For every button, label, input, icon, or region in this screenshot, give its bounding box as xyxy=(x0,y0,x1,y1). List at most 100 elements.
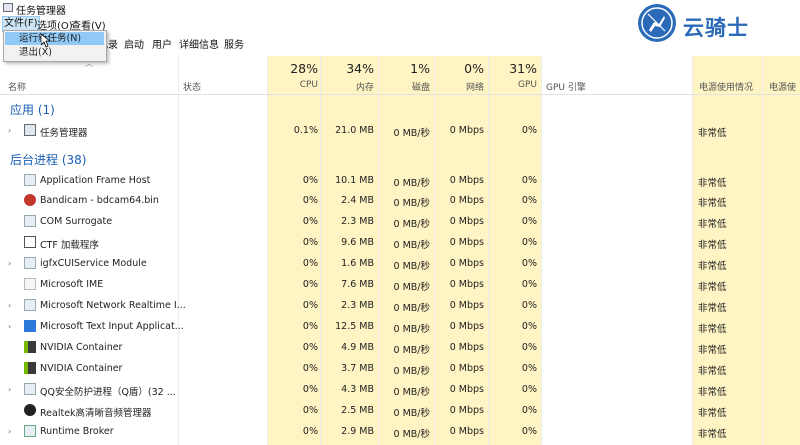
header-disk[interactable]: 磁盘 xyxy=(379,80,430,93)
group-background[interactable]: 后台进程 (38) xyxy=(10,151,86,168)
process-row[interactable]: CTF 加载程序 0% 9.6 MB 0 MB/秒 0 Mbps 0% 非常低 xyxy=(0,233,800,253)
header-gpu-engine[interactable]: GPU 引擎 xyxy=(546,80,586,93)
cell-cpu: 0% xyxy=(302,175,318,186)
cell-gpu: 0% xyxy=(521,175,537,186)
cell-power: 非常低 xyxy=(698,198,727,209)
header-name[interactable]: 名称 xyxy=(8,80,26,93)
igfx-service-icon xyxy=(24,257,36,269)
menu-run-new-task[interactable]: 运行新任务(N) xyxy=(5,32,104,45)
cell-cpu: 0% xyxy=(302,405,318,416)
process-row[interactable]: › 任务管理器 0.1% 21.0 MB 0 MB/秒 0 Mbps 0% 非常低 xyxy=(0,121,800,141)
process-row[interactable]: NVIDIA Container 0% 3.7 MB 0 MB/秒 0 Mbps 0% 非常… xyxy=(0,359,800,379)
header-memory-pct[interactable]: 34% xyxy=(321,61,374,76)
header-network-pct[interactable]: 0% xyxy=(435,61,484,76)
watermark-text: 云骑士 xyxy=(683,16,749,40)
com-surrogate-icon xyxy=(24,215,36,227)
cell-disk: 0 MB/秒 xyxy=(393,178,430,189)
process-row[interactable]: COM Surrogate 0% 2.3 MB 0 MB/秒 0 Mbps 0% 非常低 xyxy=(0,212,800,232)
expand-chevron-icon[interactable]: › xyxy=(8,126,11,135)
cell-power: 非常低 xyxy=(698,178,727,189)
cell-disk: 0 MB/秒 xyxy=(393,198,430,209)
process-row[interactable]: NVIDIA Container 0% 4.9 MB 0 MB/秒 0 Mbps 0% 非常… xyxy=(0,338,800,358)
cell-memory: 3.7 MB xyxy=(341,363,374,374)
cell-power: 非常低 xyxy=(698,282,727,293)
expand-chevron-icon[interactable]: › xyxy=(8,259,11,268)
header-gpu-pct[interactable]: 31% xyxy=(489,61,537,76)
cell-gpu: 0% xyxy=(521,384,537,395)
window-title: 任务管理器 xyxy=(16,6,66,17)
nvidia-icon xyxy=(24,341,36,353)
cell-cpu: 0% xyxy=(302,384,318,395)
ime-icon xyxy=(24,278,36,290)
knight-logo-icon xyxy=(638,4,676,42)
cell-cpu: 0% xyxy=(302,363,318,374)
tab-details[interactable]: 详细信息 xyxy=(179,36,219,51)
cell-power: 非常低 xyxy=(698,219,727,230)
process-name: NVIDIA Container xyxy=(40,342,123,353)
cell-network: 0 Mbps xyxy=(449,405,484,416)
cell-power: 非常低 xyxy=(698,261,727,272)
process-name: Bandicam - bdcam64.bin xyxy=(40,195,159,206)
runtime-broker-icon xyxy=(24,425,36,437)
watermark-logo: 云骑士 xyxy=(638,4,788,48)
process-row[interactable]: Microsoft IME 0% 7.6 MB 0 MB/秒 0 Mbps 0% 非常低 xyxy=(0,275,800,295)
cell-disk: 0 MB/秒 xyxy=(393,366,430,377)
cell-memory: 7.6 MB xyxy=(341,279,374,290)
expand-chevron-icon[interactable]: › xyxy=(8,427,11,436)
cell-gpu: 0% xyxy=(521,237,537,248)
header-status[interactable]: 状态 xyxy=(183,80,201,93)
tab-users[interactable]: 用户 xyxy=(152,36,172,51)
cell-network: 0 Mbps xyxy=(449,237,484,248)
cell-memory: 1.6 MB xyxy=(341,258,374,269)
process-name: CTF 加载程序 xyxy=(40,240,99,251)
cell-disk: 0 MB/秒 xyxy=(393,219,430,230)
process-name: Application Frame Host xyxy=(40,175,151,186)
process-row[interactable]: Realtek高清晰音频管理器 0% 2.5 MB 0 MB/秒 0 Mbps 0% 非常低 xyxy=(0,401,800,421)
cell-network: 0 Mbps xyxy=(449,342,484,353)
process-row[interactable]: › igfxCUIService Module 0% 1.6 MB 0 MB/秒 0 Mb… xyxy=(0,254,800,274)
cell-disk: 0 MB/秒 xyxy=(393,429,430,440)
header-gpu[interactable]: GPU xyxy=(489,80,537,90)
cell-gpu: 0% xyxy=(521,195,537,206)
process-row[interactable]: › Microsoft Network Realtime I... 0% 2.3 MB… xyxy=(0,296,800,316)
cell-gpu: 0% xyxy=(521,342,537,353)
cell-memory: 21.0 MB xyxy=(335,125,374,136)
tab-services[interactable]: 服务 xyxy=(224,36,244,51)
process-row[interactable]: Bandicam - bdcam64.bin 0% 2.4 MB 0 MB/秒 0 Mb… xyxy=(0,191,800,211)
header-power-trend[interactable]: 电源使 xyxy=(769,80,796,93)
expand-chevron-icon[interactable]: › xyxy=(8,385,11,394)
mouse-cursor-icon xyxy=(41,34,51,48)
cell-network: 0 Mbps xyxy=(449,279,484,290)
process-row[interactable]: › QQ安全防护进程（Q盾）(32 ... 0% 4.3 MB 0 MB/秒 0 Mbps… xyxy=(0,380,800,400)
expand-chevron-icon[interactable]: › xyxy=(8,322,11,331)
group-apps[interactable]: 应用 (1) xyxy=(10,101,55,118)
network-realtime-icon xyxy=(24,299,36,311)
process-name: QQ安全防护进程（Q盾）(32 ... xyxy=(40,387,176,398)
cell-gpu: 0% xyxy=(521,321,537,332)
menu-exit[interactable]: 退出(X) xyxy=(5,46,104,59)
header-power[interactable]: 电源使用情况 xyxy=(699,80,753,93)
cell-power: 非常低 xyxy=(698,128,727,139)
cell-power: 非常低 xyxy=(698,303,727,314)
cell-gpu: 0% xyxy=(521,258,537,269)
task-manager-icon xyxy=(3,3,13,12)
cell-cpu: 0% xyxy=(302,279,318,290)
file-dropdown-menu: 运行新任务(N) 退出(X) xyxy=(3,30,107,62)
tab-startup[interactable]: 启动 xyxy=(124,36,144,51)
header-memory[interactable]: 内存 xyxy=(321,80,374,93)
process-name: 任务管理器 xyxy=(40,128,88,139)
process-row[interactable]: › Microsoft Text Input Applicat... 0% 12.5 … xyxy=(0,317,800,337)
process-row[interactable]: › Runtime Broker 0% 2.9 MB 0 MB/秒 0 Mbps 0% 非常低 xyxy=(0,422,800,442)
header-disk-pct[interactable]: 1% xyxy=(379,61,430,76)
header-cpu-pct[interactable]: 28% xyxy=(268,61,318,76)
process-row[interactable]: Application Frame Host 0% 10.1 MB 0 MB/秒 0 M… xyxy=(0,171,800,191)
header-cpu[interactable]: CPU xyxy=(268,80,318,90)
cell-cpu: 0% xyxy=(302,321,318,332)
cell-power: 非常低 xyxy=(698,408,727,419)
nvidia-icon xyxy=(24,362,36,374)
cell-network: 0 Mbps xyxy=(449,195,484,206)
cell-memory: 4.9 MB xyxy=(341,342,374,353)
header-network[interactable]: 网络 xyxy=(435,80,484,93)
cell-cpu: 0% xyxy=(302,195,318,206)
expand-chevron-icon[interactable]: › xyxy=(8,301,11,310)
